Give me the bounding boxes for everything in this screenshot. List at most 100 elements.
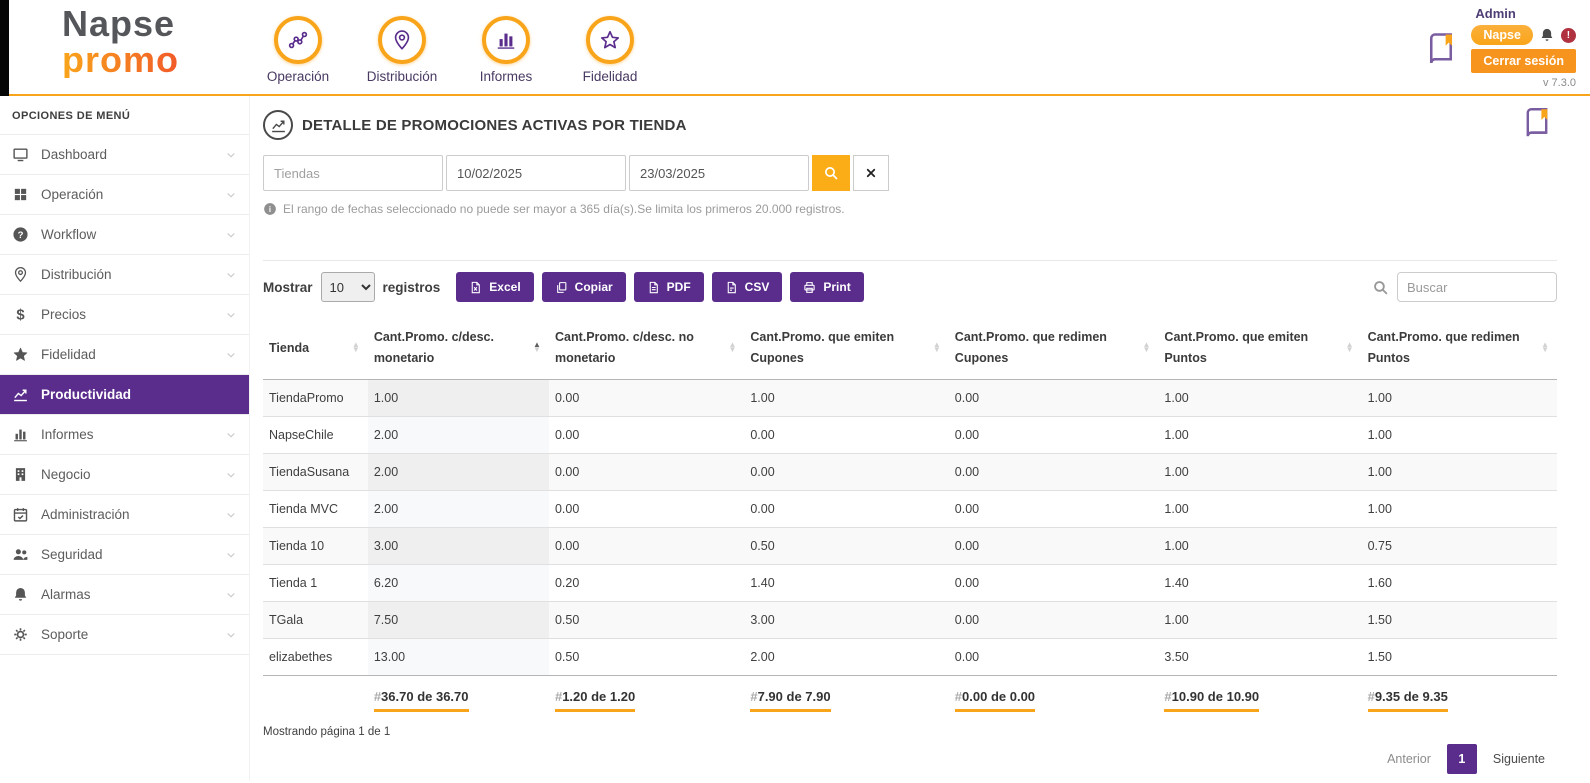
svg-text:?: ?: [18, 230, 24, 241]
printer-icon: [803, 281, 816, 294]
file-csv-icon: [725, 281, 738, 294]
cell-value: 0.00: [949, 379, 1159, 416]
top-nav-label: Operación: [267, 69, 329, 84]
svg-text:i: i: [269, 205, 271, 214]
top-nav-label: Distribución: [367, 69, 438, 84]
sidebar-item-label: Administración: [41, 507, 225, 522]
sidebar-item-label: Workflow: [41, 227, 225, 242]
search-filter-button[interactable]: [812, 155, 850, 191]
cell-value: 13.00: [368, 638, 549, 675]
sidebar-item-informes[interactable]: Informes: [0, 415, 249, 455]
section-divider: [263, 260, 1557, 261]
chevron-down-icon: [225, 469, 237, 481]
sidebar-item-administracion[interactable]: Administración: [0, 495, 249, 535]
column-header-label: Cant.Promo. c/desc. no monetario: [555, 330, 694, 365]
line-chart-icon: [12, 386, 29, 403]
page-title-row: DETALLE DE PROMOCIONES ACTIVAS POR TIEND…: [263, 110, 1557, 140]
sidebar-item-distribucion[interactable]: Distribución: [0, 255, 249, 295]
svg-text:$: $: [16, 307, 25, 323]
excel-export-button[interactable]: Excel: [456, 272, 533, 302]
cell-value: 0.00: [949, 601, 1159, 638]
bell-icon: [12, 586, 29, 603]
table-row[interactable]: elizabethes13.000.502.000.003.501.50: [263, 638, 1557, 675]
date-to-input[interactable]: [629, 155, 809, 191]
sidebar-item-productividad[interactable]: Productividad: [0, 375, 249, 415]
logout-button[interactable]: Cerrar sesión: [1471, 49, 1576, 73]
column-total: #0.00 de 0.00: [949, 675, 1159, 716]
sidebar-item-alarmas[interactable]: Alarmas: [0, 575, 249, 615]
export-button-label: Print: [823, 280, 850, 294]
cell-value: 1.00: [1158, 490, 1361, 527]
cell-value: 1.00: [1158, 416, 1361, 453]
sidebar-item-fidelidad[interactable]: Fidelidad: [0, 335, 249, 375]
cell-value: 0.00: [949, 490, 1159, 527]
cell-tienda: TiendaPromo: [263, 379, 368, 416]
sidebar-item-dashboard[interactable]: Dashboard: [0, 135, 249, 175]
cell-tienda: TiendaSusana: [263, 453, 368, 490]
top-nav-distribucion[interactable]: Distribución: [366, 16, 438, 84]
page-size-select[interactable]: 10: [321, 272, 375, 302]
chevron-down-icon: [225, 189, 237, 201]
print-export-button[interactable]: Print: [790, 272, 863, 302]
manual-book-icon[interactable]: [1520, 104, 1554, 140]
cell-value: 0.00: [549, 453, 744, 490]
column-header-6[interactable]: Cant.Promo. que redimen Puntos▲▼: [1362, 318, 1557, 379]
sidebar-item-precios[interactable]: $Precios: [0, 295, 249, 335]
column-header-3[interactable]: Cant.Promo. que emiten Cupones▲▼: [744, 318, 948, 379]
pagination-next[interactable]: Siguiente: [1481, 745, 1557, 773]
user-badges: Napse !: [1471, 25, 1576, 45]
total-value: 0.00 de 0.00: [962, 689, 1035, 704]
cell-value: 0.00: [949, 453, 1159, 490]
table-row[interactable]: Tienda MVC2.000.000.000.001.001.00: [263, 490, 1557, 527]
column-total: #10.90 de 10.90: [1158, 675, 1361, 716]
top-nav-informes[interactable]: Informes: [470, 16, 542, 84]
column-header-0[interactable]: Tienda▲▼: [263, 318, 368, 379]
total-value: 7.90 de 7.90: [758, 689, 831, 704]
calendar-check-icon: [12, 506, 29, 523]
chevron-down-icon: [225, 429, 237, 441]
tiendas-input[interactable]: [263, 155, 443, 191]
clear-filter-button[interactable]: [853, 155, 889, 191]
sidebar-item-operacion[interactable]: Operación: [0, 175, 249, 215]
export-button-label: Excel: [489, 280, 520, 294]
cell-value: 1.00: [1158, 601, 1361, 638]
cell-value: 1.60: [1362, 564, 1557, 601]
sidebar-item-workflow[interactable]: ? Workflow: [0, 215, 249, 255]
column-header-4[interactable]: Cant.Promo. que redimen Cupones▲▼: [949, 318, 1159, 379]
column-header-5[interactable]: Cant.Promo. que emiten Puntos▲▼: [1158, 318, 1361, 379]
report-chart-icon: [263, 110, 293, 140]
top-nav-fidelidad[interactable]: Fidelidad: [574, 16, 646, 84]
sidebar-item-seguridad[interactable]: Seguridad: [0, 535, 249, 575]
table-search-input[interactable]: [1397, 272, 1557, 302]
sort-arrows-icon: ▲▼: [1143, 343, 1151, 353]
column-header-2[interactable]: Cant.Promo. c/desc. no monetario▲▼: [549, 318, 744, 379]
pdf-export-button[interactable]: PDF: [634, 272, 704, 302]
copiar-export-button[interactable]: Copiar: [542, 272, 626, 302]
table-row[interactable]: Tienda 16.200.201.400.001.401.60: [263, 564, 1557, 601]
date-range-info: i El rango de fechas seleccionado no pue…: [263, 202, 1557, 216]
notifications-bell-icon[interactable]: [1539, 27, 1555, 43]
total-value: 9.35 de 9.35: [1375, 689, 1448, 704]
app-version: v 7.3.0: [1543, 77, 1576, 89]
column-header-1[interactable]: Cant.Promo. c/desc. monetario▲▼: [368, 318, 549, 379]
pagination-prev[interactable]: Anterior: [1375, 745, 1443, 773]
cell-value: 6.20: [368, 564, 549, 601]
csv-export-button[interactable]: CSV: [712, 272, 783, 302]
table-row[interactable]: TiendaPromo1.000.001.000.001.001.00: [263, 379, 1557, 416]
table-row[interactable]: NapseChile2.000.000.000.001.001.00: [263, 416, 1557, 453]
table-row[interactable]: Tienda 103.000.000.500.001.000.75: [263, 527, 1557, 564]
pagination-page-1[interactable]: 1: [1447, 744, 1477, 774]
total-hash: #: [750, 689, 757, 704]
question-circle-icon: ?: [12, 226, 29, 243]
sidebar-item-soporte[interactable]: Soporte: [0, 615, 249, 655]
sort-arrows-icon: ▲▼: [533, 343, 541, 353]
date-from-input[interactable]: [446, 155, 626, 191]
alert-count-badge[interactable]: !: [1561, 28, 1576, 43]
manual-book-icon[interactable]: [1423, 29, 1459, 67]
table-row[interactable]: TGala7.500.503.000.001.001.50: [263, 601, 1557, 638]
cell-value: 1.00: [1362, 379, 1557, 416]
table-row[interactable]: TiendaSusana2.000.000.000.001.001.00: [263, 453, 1557, 490]
top-nav-operacion[interactable]: Operación: [262, 16, 334, 84]
sidebar-item-negocio[interactable]: Negocio: [0, 455, 249, 495]
sidebar-item-label: Alarmas: [41, 587, 225, 602]
